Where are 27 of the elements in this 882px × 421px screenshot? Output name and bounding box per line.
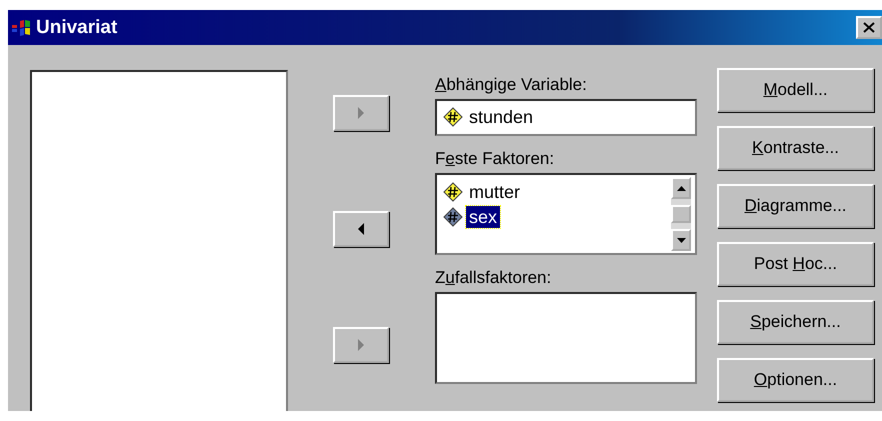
dialog-button[interactable]: Modell... [717,68,874,112]
close-icon [863,22,875,33]
down-arrow-icon [676,238,686,242]
field-label: Feste Faktoren: [435,149,556,169]
scrollbar[interactable] [671,177,691,251]
window-title: Univariat [36,16,118,38]
variable-item[interactable]: stunden [466,106,536,128]
right-triangle-icon [357,339,365,351]
variable-field[interactable]: stunden [435,99,697,136]
variable-item[interactable]: mutter [466,181,524,203]
variable-list[interactable]: mutter sex [435,173,697,255]
app-icon [12,18,32,36]
dialog-button[interactable]: Post Hoc... [717,242,874,286]
up-arrow-icon [676,186,686,190]
source-variable-list[interactable] [30,70,288,411]
move-button[interactable] [333,211,389,247]
right-triangle-icon [357,107,365,119]
close-button[interactable] [856,16,882,39]
dialog-button[interactable]: Kontraste... [717,126,874,170]
field-label: Abhängige Variable: [435,75,588,95]
variable-list[interactable] [435,292,697,384]
dialog-button[interactable]: Optionen... [717,358,874,402]
dialog-button[interactable]: Diagramme... [717,184,874,228]
left-triangle-icon [357,223,365,235]
variable-item[interactable]: sex [466,206,500,228]
field-label: Zufallsfaktoren: [435,268,552,288]
dialog-button[interactable]: Speichern... [717,300,874,344]
